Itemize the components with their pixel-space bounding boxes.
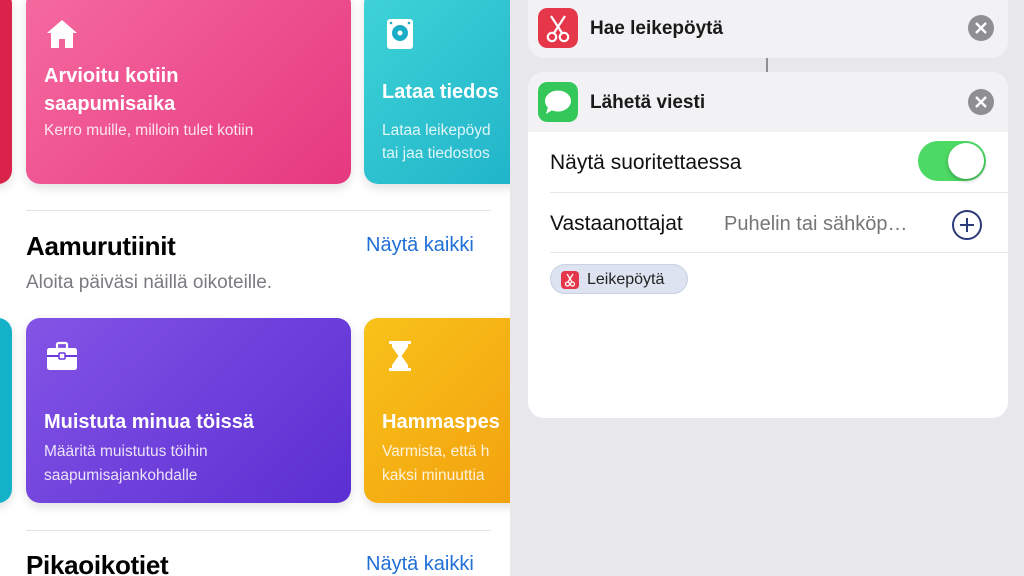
section-divider [26, 210, 491, 211]
clipboard-variable-token[interactable]: Leikepöytä [550, 264, 688, 294]
show-when-run-toggle[interactable] [918, 141, 986, 181]
action-get-clipboard[interactable]: Hae leikepöytä [528, 0, 1008, 58]
row-divider [550, 252, 1008, 253]
remove-action-button[interactable] [968, 89, 994, 115]
shortcut-card-eta-home[interactable]: Arvioitu kotiin saapumisaika Kerro muill… [26, 0, 351, 184]
recipients-label: Vastaanottajat [550, 212, 683, 235]
section-title-morning: Aamurutiinit [26, 231, 176, 261]
see-all-link-quick[interactable]: Näytä kaikki [366, 553, 474, 576]
shortcut-card-partial[interactable] [0, 0, 12, 184]
message-bubble-icon [538, 82, 578, 122]
card-title-line2: saapumisaika [44, 93, 176, 115]
scissors-icon [538, 8, 578, 48]
card-title: Lataa tiedos [382, 81, 499, 103]
card-subtitle-line2: tai jaa tiedostos [382, 145, 490, 162]
scissors-icon [561, 271, 579, 289]
shortcut-card-toothbrush[interactable]: Hammaspes Varmista, että h kaksi minuutt… [364, 318, 510, 503]
remove-action-button[interactable] [968, 15, 994, 41]
card-title-line1: Arvioitu kotiin [44, 65, 179, 87]
gallery-panel: Arvioitu kotiin saapumisaika Kerro muill… [0, 0, 510, 576]
card-subtitle-line1: Varmista, että h [382, 443, 490, 460]
hourglass-icon [389, 341, 411, 371]
card-subtitle-line1: Lataa leikepöyd [382, 122, 491, 139]
action-title: Hae leikepöytä [590, 18, 724, 39]
briefcase-icon [47, 341, 77, 370]
action-connector [766, 58, 768, 72]
shortcut-editor-panel: Hae leikepöytä Lähetä viesti Näytä suori… [510, 0, 1024, 576]
plus-icon [960, 218, 974, 232]
row-divider [550, 192, 1008, 193]
card-title: Muistuta minua töissä [44, 411, 255, 433]
close-icon [975, 96, 987, 108]
card-title: Hammaspes [382, 411, 500, 433]
drive-icon [387, 19, 413, 49]
section-title-quick: Pikaoikotiet [26, 550, 169, 576]
see-all-link-morning[interactable]: Näytä kaikki [366, 234, 474, 257]
card-subtitle: Kerro muille, milloin tulet kotiin [44, 122, 254, 139]
recipients-input[interactable] [724, 213, 938, 236]
show-when-run-label: Näytä suoritettaessa [550, 151, 742, 174]
close-icon [975, 22, 987, 34]
shortcut-card-upload-file[interactable]: Lataa tiedos Lataa leikepöyd tai jaa tie… [364, 0, 510, 184]
action-send-message[interactable]: Lähetä viesti Näytä suoritettaessa Vasta… [528, 72, 1008, 418]
card-subtitle-line2: saapumisajankohdalle [44, 467, 198, 484]
toggle-knob [948, 143, 984, 179]
token-label: Leikepöytä [587, 271, 665, 288]
add-recipient-button[interactable] [952, 210, 982, 240]
action-title: Lähetä viesti [590, 92, 706, 113]
card-subtitle-line1: Määritä muistutus töihin [44, 443, 208, 460]
shortcut-card-partial[interactable] [0, 318, 12, 503]
shortcut-card-remind-at-work[interactable]: Muistuta minua töissä Määritä muistutus … [26, 318, 351, 503]
house-icon [47, 20, 77, 48]
section-subtitle-morning: Aloita päiväsi näillä oikoteille. [26, 272, 273, 293]
section-divider [26, 530, 491, 531]
card-subtitle-line2: kaksi minuuttia [382, 467, 485, 484]
